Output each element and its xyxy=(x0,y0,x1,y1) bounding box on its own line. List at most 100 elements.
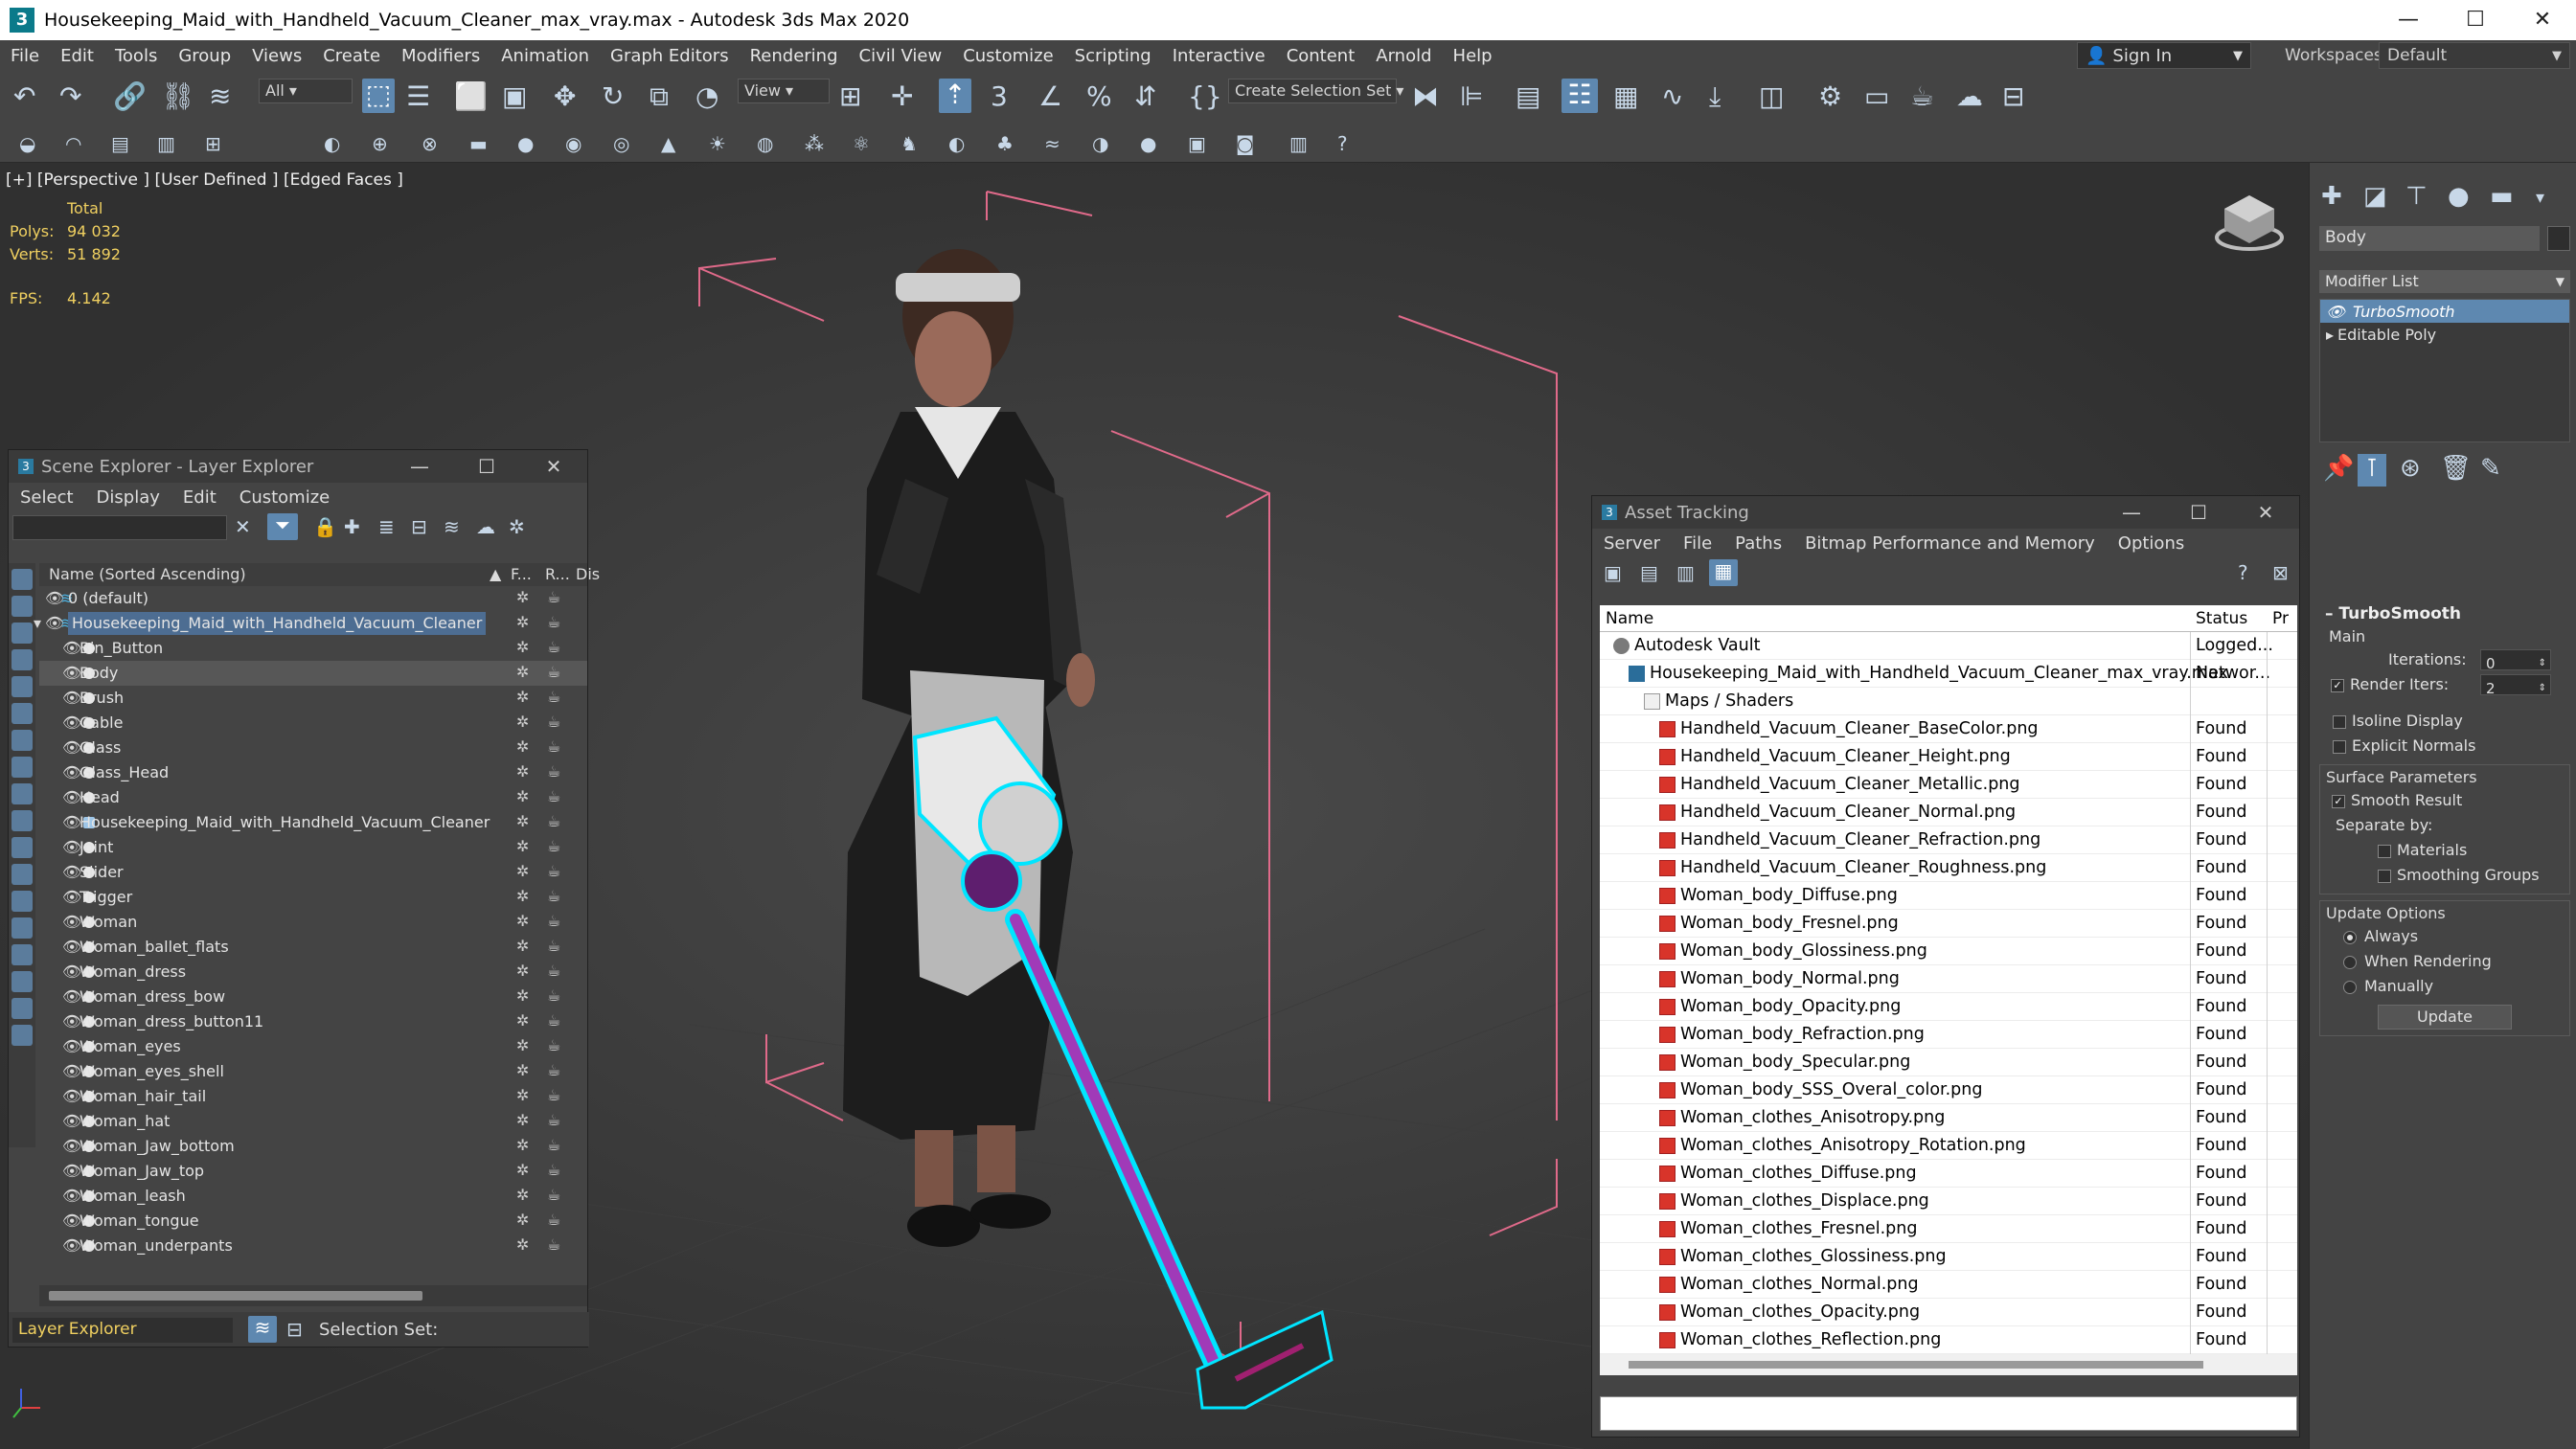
minimize-button[interactable]: — xyxy=(386,450,453,483)
renderable-toggle-icon[interactable]: ☕ xyxy=(547,1161,560,1179)
light-icon[interactable]: ☀ xyxy=(709,132,726,155)
asset-row[interactable]: Housekeeping_Maid_with_Handheld_Vacuum_C… xyxy=(1600,660,2297,688)
display-groups-icon[interactable] xyxy=(11,730,33,751)
layer-stack-icon[interactable]: ≋ xyxy=(248,1316,277,1343)
maximize-button[interactable]: ☐ xyxy=(2165,496,2232,529)
layer-stack-icon[interactable]: ≋ xyxy=(444,515,460,538)
column-name[interactable]: Name xyxy=(1606,609,1653,628)
refresh-icon[interactable]: ▣ xyxy=(1604,561,1622,584)
iterations-spinner[interactable]: 0 ⇕ xyxy=(2480,649,2551,672)
move-icon[interactable]: ✥ xyxy=(554,80,576,112)
tree-row[interactable]: 👁 Body ✲ ☕ xyxy=(39,661,587,686)
bind-space-warp-icon[interactable]: ≋ xyxy=(209,80,231,112)
asset-row[interactable]: Woman_clothes_Anisotropy_Rotation.png Fou… xyxy=(1600,1132,2297,1160)
expand-arrow-icon[interactable]: ▸ xyxy=(2326,326,2334,344)
renderable-toggle-icon[interactable]: ☕ xyxy=(547,762,560,781)
curve-editor-icon[interactable]: ∿ xyxy=(1661,80,1683,112)
tree-row[interactable]: 👁 Woman_underpants ✲ ☕ xyxy=(39,1234,587,1258)
character-icon[interactable]: ♞ xyxy=(900,132,918,155)
pivot-center-icon[interactable]: ⊞ xyxy=(839,80,861,112)
toggle-layer-explorer-icon[interactable]: ☷ xyxy=(1562,79,1598,113)
tree-row[interactable]: 👁 Woman_leash ✲ ☕ xyxy=(39,1184,587,1209)
display-frozen-icon[interactable] xyxy=(11,837,33,858)
render-frame-icon[interactable]: ▣ xyxy=(1188,132,1206,155)
view-cube[interactable] xyxy=(2215,195,2284,251)
at-menu-paths[interactable]: Paths xyxy=(1723,533,1793,554)
freeze-toggle-icon[interactable]: ✲ xyxy=(516,1235,529,1254)
tree-row[interactable]: 👁 Woman_dress_bow ✲ ☕ xyxy=(39,985,587,1009)
render-iters-spinner[interactable]: 2 ⇕ xyxy=(2480,674,2551,697)
cloth-icon[interactable]: ◑ xyxy=(1092,132,1108,155)
always-radio[interactable] xyxy=(2343,930,2357,944)
display-invert-icon[interactable] xyxy=(11,944,33,965)
freeze-toggle-icon[interactable]: ✲ xyxy=(516,812,529,830)
freeze-toggle-icon[interactable]: ✲ xyxy=(516,1186,529,1204)
menu-rendering[interactable]: Rendering xyxy=(740,46,849,66)
renderable-toggle-icon[interactable]: ☕ xyxy=(547,713,560,731)
workspace-select[interactable]: Default ▼ xyxy=(2379,42,2570,69)
filter-funnel-icon[interactable] xyxy=(11,971,33,992)
display-shapes-icon[interactable] xyxy=(11,596,33,617)
scale-icon[interactable]: ⧉ xyxy=(650,80,669,113)
menu-interactive[interactable]: Interactive xyxy=(1162,46,1276,66)
schematic-view-icon[interactable]: ⤓ xyxy=(1709,80,1721,113)
asset-row[interactable]: Maps / Shaders xyxy=(1600,688,2297,715)
workspace-modeling-icon[interactable]: ◒ xyxy=(19,132,35,155)
renderable-toggle-icon[interactable]: ☕ xyxy=(547,1061,560,1079)
tree-view-icon[interactable]: ▥ xyxy=(1676,561,1695,584)
configure-modifier-sets-icon[interactable]: ✎ xyxy=(2480,454,2501,483)
renderable-toggle-icon[interactable]: ☕ xyxy=(547,663,560,681)
menu-customize[interactable]: Customize xyxy=(952,46,1063,66)
asset-row[interactable]: Autodesk Vault Logged... xyxy=(1600,632,2297,660)
tree-row[interactable]: 👁 Slider ✲ ☕ xyxy=(39,860,587,885)
update-button[interactable]: Update xyxy=(2378,1005,2512,1030)
globe-icon[interactable]: ◐ xyxy=(948,132,965,155)
set-current-layer-icon[interactable]: ⊟ xyxy=(411,515,427,538)
containers-icon[interactable]: ⊕ xyxy=(372,132,388,155)
modifier-stack-item[interactable]: ▸ Editable Poly xyxy=(2320,323,2569,346)
create-layer-icon[interactable]: ✚ xyxy=(344,515,360,538)
asset-row[interactable]: Woman_body_Refraction.png Found xyxy=(1600,1021,2297,1049)
freeze-toggle-icon[interactable]: ✲ xyxy=(516,762,529,781)
freeze-toggle-icon[interactable]: ✲ xyxy=(516,1211,529,1229)
link-icon[interactable]: 🔗 xyxy=(113,80,147,112)
asset-path-field[interactable] xyxy=(1600,1396,2297,1431)
display-tab-icon[interactable]: ▬ xyxy=(2490,182,2514,211)
show-end-result-icon[interactable]: ⊺ xyxy=(2358,454,2386,487)
motion-tab-icon[interactable]: ● xyxy=(2448,182,2470,211)
remove-modifier-icon[interactable]: 🗑 xyxy=(2440,454,2472,483)
asset-row[interactable]: Woman_body_Glossiness.png Found xyxy=(1600,938,2297,965)
menu-views[interactable]: Views xyxy=(241,46,312,66)
freeze-toggle-icon[interactable]: ✲ xyxy=(516,912,529,930)
freeze-toggle-icon[interactable]: ✲ xyxy=(516,613,529,631)
render-setup-icon[interactable]: ⚙ xyxy=(1818,80,1842,112)
display-cameras-icon[interactable] xyxy=(11,649,33,670)
column-status[interactable]: Status xyxy=(2196,609,2247,628)
rectangular-selection-icon[interactable]: ⬜ xyxy=(454,80,488,112)
smooth-result-checkbox[interactable]: ✓ xyxy=(2332,794,2345,808)
at-menu-server[interactable]: Server xyxy=(1592,533,1672,554)
list-view-icon[interactable]: ▤ xyxy=(1640,561,1658,584)
freeze-toggle-icon[interactable]: ✲ xyxy=(516,713,529,731)
render-in-cloud-icon[interactable]: ☁ xyxy=(1956,80,1983,112)
named-selection-set-combo[interactable]: Create Selection Set ▾ xyxy=(1228,79,1403,103)
se-menu-display[interactable]: Display xyxy=(85,487,171,508)
renderable-toggle-icon[interactable]: ☕ xyxy=(547,588,560,606)
renderable-toggle-icon[interactable]: ☕ xyxy=(547,986,560,1005)
menu-edit[interactable]: Edit xyxy=(50,46,104,66)
asset-tracking-hscrollbar[interactable] xyxy=(1600,1354,2297,1375)
torus-primitive-icon[interactable]: ◎ xyxy=(613,132,629,155)
highlight-icon[interactable]: ☁ xyxy=(476,515,495,538)
tree-row[interactable]: 👁 Woman_eyes ✲ ☕ xyxy=(39,1034,587,1059)
object-paint-icon[interactable]: ▥ xyxy=(157,132,175,155)
menu-file[interactable]: File xyxy=(0,46,50,66)
utilities-tab-icon[interactable]: ▾ xyxy=(2536,188,2544,208)
angle-snap-icon[interactable]: ∠ xyxy=(1038,80,1062,112)
menu-civil-view[interactable]: Civil View xyxy=(849,46,953,66)
reference-coordinate-combo[interactable]: View ▾ xyxy=(738,79,830,103)
hierarchy-icon[interactable]: ⊟ xyxy=(286,1318,303,1341)
freeze-toggle-icon[interactable]: ✲ xyxy=(516,986,529,1005)
renderable-toggle-icon[interactable]: ☕ xyxy=(547,1136,560,1154)
renderable-toggle-icon[interactable]: ☕ xyxy=(547,1086,560,1104)
filter-icon[interactable]: ⏷ xyxy=(267,513,298,540)
